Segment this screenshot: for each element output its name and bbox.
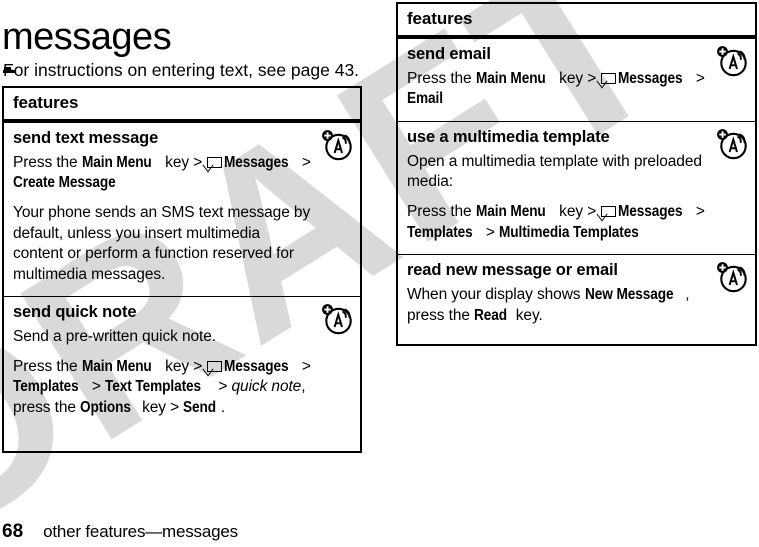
feature-instruction: When your display shows New Message, pre… <box>407 285 709 326</box>
page-title: messages <box>2 16 172 59</box>
body-text: Your phone sends an SMS text message by … <box>13 204 311 283</box>
feature-name: send email <box>407 45 491 63</box>
body-text: key > <box>554 69 601 87</box>
variable-text: quick note <box>231 378 302 396</box>
menu-key-label: Main Menu <box>475 203 546 221</box>
menu-key-label: Main Menu <box>475 69 546 87</box>
menu-key-label: Messages <box>224 153 289 171</box>
menu-key-label: Messages <box>618 69 683 87</box>
envelope-icon <box>601 206 617 218</box>
body-text: key > <box>137 399 184 417</box>
body-text: . <box>220 399 226 417</box>
body-text: key > <box>554 203 601 221</box>
feature-instruction: Press the Main Menu key > Messages > Cre… <box>13 153 314 194</box>
envelope-icon <box>207 156 223 168</box>
feature-instruction: Open a multimedia template with preloade… <box>407 152 709 193</box>
body-text: Send a pre-written quick note. <box>13 328 216 346</box>
menu-key-label: Create Message <box>13 174 116 192</box>
page-number: 68 <box>2 521 24 542</box>
body-text: > <box>301 153 311 171</box>
body-text: Press the <box>13 153 82 171</box>
body-text: Open a multimedia template with preloade… <box>407 152 702 191</box>
body-text: > <box>301 357 311 375</box>
menu-key-label: Messages <box>224 357 289 375</box>
body-text: > <box>695 69 705 87</box>
feature-instruction: Press the Main Menu key > Messages > Tem… <box>407 202 709 243</box>
body-text: Press the <box>407 69 476 87</box>
feature-instruction: Press the Main Menu key > Messages > Ema… <box>407 69 709 110</box>
menu-key-label: Send <box>183 399 217 417</box>
menu-key-label: Text Templates <box>105 378 202 396</box>
feature-instruction: Your phone sends an SMS text message by … <box>13 203 314 285</box>
feature-name: send text message <box>13 129 159 147</box>
crop-mark <box>3 67 15 73</box>
page-footer: 68 other features—messages <box>2 521 238 543</box>
body-text: key > <box>160 153 207 171</box>
feature-name: use a multimedia template <box>407 128 610 147</box>
body-text: Press the <box>407 203 476 221</box>
menu-key-label: Read <box>474 306 508 324</box>
feature-name: read new message or email <box>407 261 618 280</box>
menu-key-label: Main Menu <box>81 153 152 171</box>
table-body-right: send email Press the Main Menu key > Mes… <box>398 39 755 337</box>
body-text: > <box>87 378 105 396</box>
menu-key-label: Email <box>407 90 443 108</box>
body-text: > <box>481 223 499 241</box>
features-table-left: features send text message Press the Mai… <box>2 86 362 453</box>
menu-key-label: Main Menu <box>81 357 152 375</box>
table-header-left: features <box>4 88 360 123</box>
network-text-entry-icon <box>320 128 354 162</box>
menu-key-label: Templates <box>407 223 473 241</box>
feature-name: send quick note <box>13 303 137 322</box>
table-header-right: features <box>398 4 755 39</box>
intro-text: For instructions on entering text, see p… <box>3 59 360 80</box>
body-text: key > <box>160 357 207 375</box>
network-text-entry-icon <box>320 302 354 336</box>
body-text: > <box>695 203 705 221</box>
network-text-entry-icon <box>715 127 749 161</box>
menu-key-label: Messages <box>618 203 683 221</box>
envelope-icon <box>601 72 617 84</box>
feature-instruction: Press the Main Menu key > Messages > Tem… <box>13 357 314 419</box>
network-text-entry-icon <box>715 260 749 294</box>
menu-key-label: Templates <box>13 378 79 396</box>
feature-row: read new message or email When your disp… <box>398 255 755 337</box>
manual-page: messages For instructions on entering te… <box>0 0 759 547</box>
menu-key-label: New Message <box>584 286 674 304</box>
body-text: > <box>214 378 232 396</box>
body-text: When your display shows <box>407 286 585 304</box>
envelope-icon <box>207 360 223 372</box>
feature-row: send email Press the Main Menu key > Mes… <box>398 39 755 123</box>
table-body-left: send text message Press the Main Menu ke… <box>4 123 360 430</box>
network-text-entry-icon <box>715 44 749 78</box>
running-title: other features—messages <box>43 522 238 541</box>
menu-key-label: Options <box>80 399 131 417</box>
feature-row: use a multimedia template Open a multime… <box>398 122 755 256</box>
feature-instruction: Send a pre-written quick note. <box>13 327 314 348</box>
feature-row: send text message Press the Main Menu ke… <box>4 123 360 298</box>
body-text: key. <box>511 306 543 324</box>
features-table-right: features send email Press the Main Menu … <box>396 2 757 346</box>
body-text: Press the <box>13 357 82 375</box>
menu-key-label: Multimedia Templates <box>499 223 639 241</box>
feature-row: send quick note Send a pre-written quick… <box>4 297 360 429</box>
